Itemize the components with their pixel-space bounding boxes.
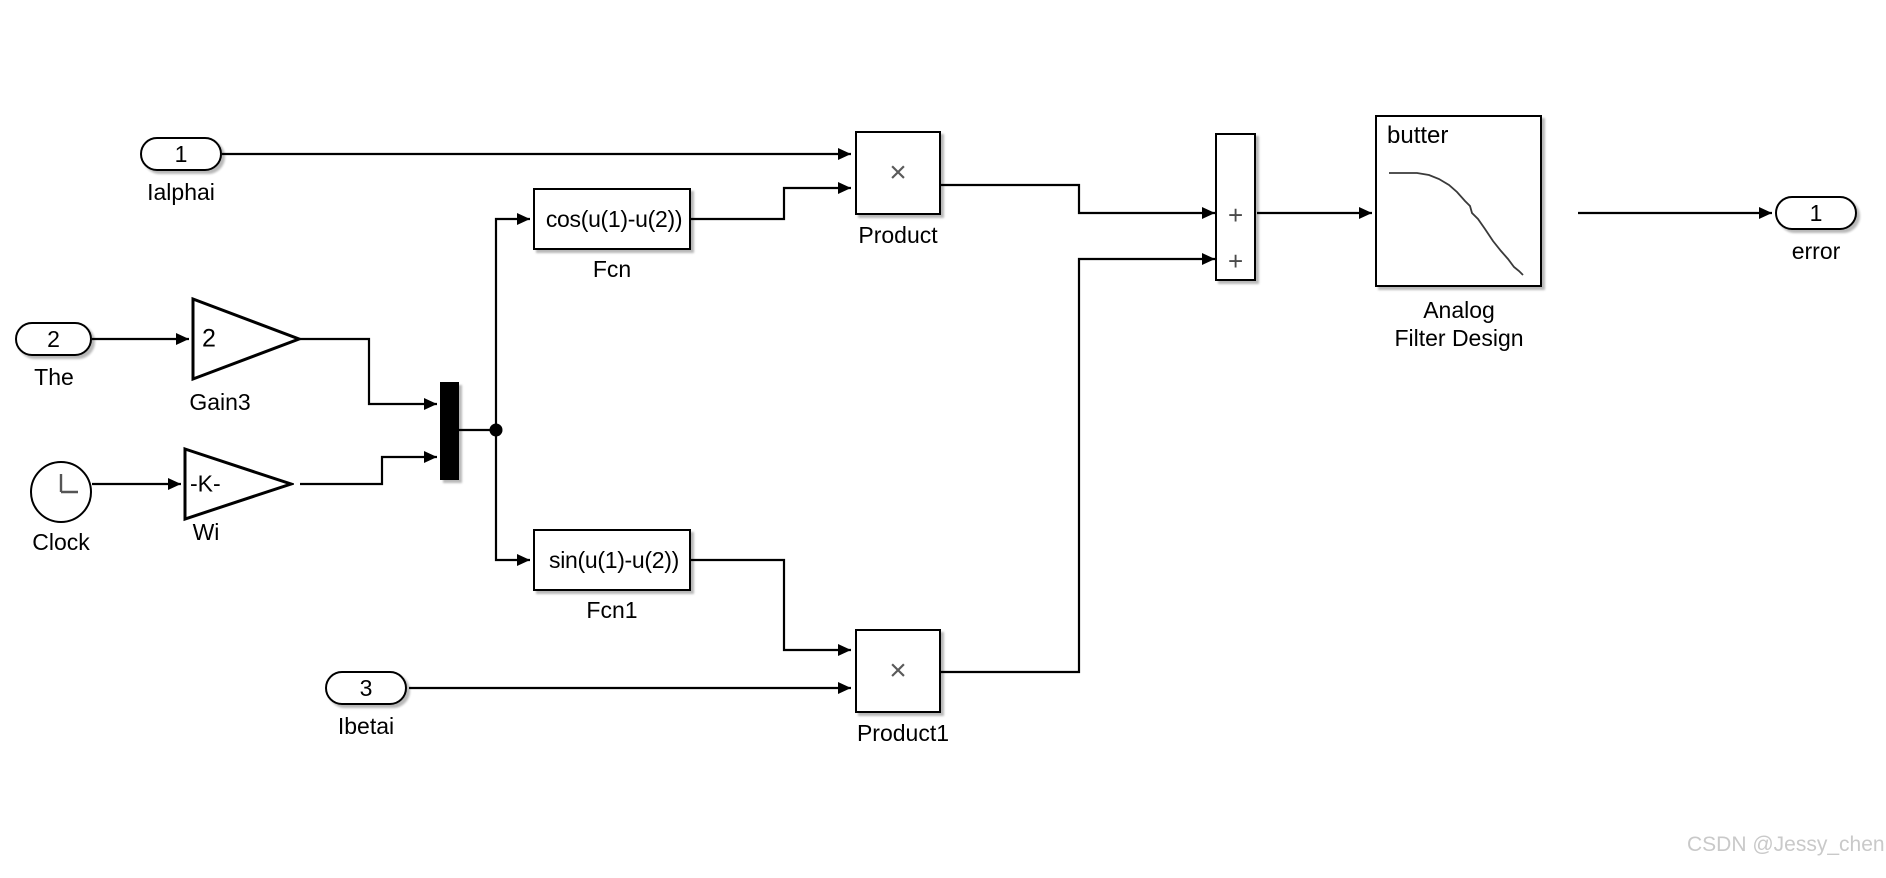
outport-1[interactable]: 1: [1775, 196, 1857, 230]
product-symbol: ×: [889, 156, 907, 189]
inport-3[interactable]: 3: [325, 671, 407, 705]
signal-branch-dot: [489, 423, 503, 437]
fcn-label: Fcn: [592, 256, 632, 282]
fcn-block[interactable]: cos(u(1)-u(2)): [533, 188, 691, 250]
inport-3-number: 3: [359, 674, 373, 701]
product-block[interactable]: ×: [855, 131, 941, 215]
product-label: Product: [858, 222, 938, 248]
clock-block[interactable]: [30, 461, 92, 523]
clock-icon: [59, 474, 78, 494]
gain-block-gain3[interactable]: 2: [190, 296, 302, 382]
watermark: CSDN @Jessy_chen: [1687, 833, 1885, 856]
product1-label: Product1: [856, 720, 950, 746]
simulink-canvas: 1 Ialphai 2 The 2 Gain3 Clock -K- Wi cos…: [0, 0, 1886, 878]
analog-filter-design-block[interactable]: butter: [1375, 115, 1542, 287]
gain3-value: 2: [202, 324, 216, 353]
fcn1-expression: sin(u(1)-u(2)): [549, 546, 679, 573]
analog-filter-design-label: Analog Filter Design: [1394, 297, 1524, 352]
wi-label: Wi: [192, 519, 220, 545]
outport-1-label: error: [1791, 238, 1841, 264]
inport-3-label: Ibetai: [337, 713, 395, 739]
inport-1-number: 1: [174, 140, 188, 167]
inport-1[interactable]: 1: [140, 137, 222, 171]
fcn1-block[interactable]: sin(u(1)-u(2)): [533, 529, 691, 591]
inport-2[interactable]: 2: [15, 322, 92, 356]
fcn-expression: cos(u(1)-u(2)): [545, 205, 683, 232]
clock-label: Clock: [32, 529, 90, 555]
gain3-label: Gain3: [189, 389, 251, 415]
lowpass-response-icon: [1389, 172, 1524, 276]
wi-value: -K-: [190, 470, 221, 497]
inport-1-label: Ialphai: [147, 179, 215, 205]
outport-1-number: 1: [1809, 199, 1823, 226]
sum-sign-1: +: [1228, 200, 1244, 230]
mux-block[interactable]: [440, 382, 459, 480]
inport-2-number: 2: [47, 325, 60, 352]
sum-sign-2: +: [1228, 246, 1244, 276]
product1-symbol: ×: [889, 654, 907, 687]
product1-block[interactable]: ×: [855, 629, 941, 713]
gain-block-wi[interactable]: -K-: [182, 446, 294, 522]
sum-block[interactable]: + +: [1215, 133, 1256, 281]
inport-2-label: The: [34, 364, 74, 390]
fcn1-label: Fcn1: [586, 597, 638, 623]
